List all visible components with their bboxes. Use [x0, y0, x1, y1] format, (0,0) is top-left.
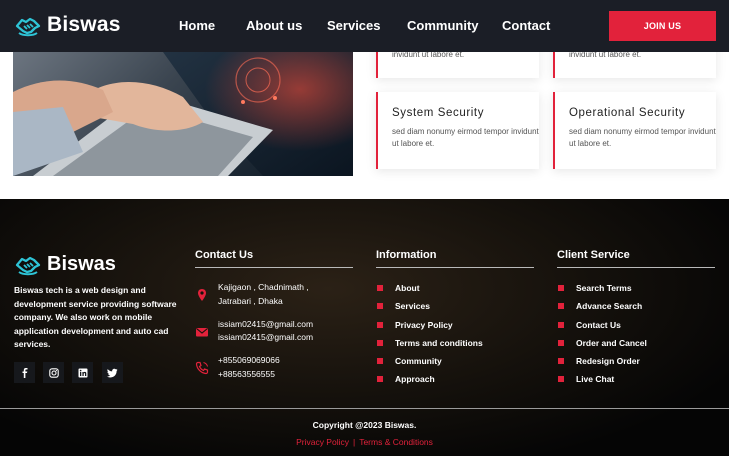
info-link-label: Terms and conditions	[395, 338, 483, 348]
handshake-logo-icon	[15, 256, 41, 276]
service-card-operational-security: Operational Security sed diam nonumy eir…	[553, 92, 716, 169]
phone-1[interactable]: +855069069066	[218, 354, 280, 367]
linkedin-link[interactable]	[72, 362, 93, 383]
instagram-link[interactable]	[43, 362, 64, 383]
client-link-label: Search Terms	[576, 283, 632, 293]
bullet	[377, 358, 383, 364]
footer: Biswas Biswas tech is a web design and d…	[0, 199, 729, 456]
divider	[376, 267, 534, 268]
info-link-services[interactable]: Services	[377, 300, 430, 312]
client-link-order-cancel[interactable]: Order and Cancel	[558, 337, 647, 349]
service-card-text: sed diam nonumy eirmod tempor invidunt u…	[392, 127, 539, 148]
info-link-terms[interactable]: Terms and conditions	[377, 337, 483, 349]
brand-logo[interactable]: Biswas	[15, 12, 121, 38]
footer-brand[interactable]: Biswas	[15, 251, 116, 277]
info-link-privacy-policy[interactable]: Privacy Policy	[377, 319, 453, 331]
client-link-live-chat[interactable]: Live Chat	[558, 373, 614, 385]
bullet	[377, 322, 383, 328]
separator: |	[352, 437, 356, 447]
laptop-image	[13, 52, 353, 176]
nav-community[interactable]: Community	[407, 18, 479, 33]
bullet	[558, 340, 564, 346]
join-us-button[interactable]: JOIN US	[609, 11, 716, 41]
bullet	[558, 303, 564, 309]
handshake-logo-icon	[15, 17, 41, 37]
bullet	[377, 376, 383, 382]
client-service-title: Client Service	[557, 249, 630, 261]
mail-icon	[196, 328, 208, 337]
info-link-label: Services	[395, 301, 430, 311]
twitter-link[interactable]	[102, 362, 123, 383]
phone-2[interactable]: +88563556555	[218, 368, 275, 381]
bullet	[558, 322, 564, 328]
client-link-label: Contact Us	[576, 320, 621, 330]
nav-services[interactable]: Services	[327, 18, 381, 33]
terms-conditions-link[interactable]: Terms & Conditions	[359, 437, 433, 447]
nav-home[interactable]: Home	[179, 18, 215, 33]
client-link-label: Live Chat	[576, 374, 615, 384]
facebook-icon	[22, 367, 27, 378]
client-link-search-terms[interactable]: Search Terms	[558, 282, 632, 294]
divider	[557, 267, 715, 268]
service-card-text: sed diam nonumy eirmod tempor invidunt u…	[569, 127, 716, 148]
client-link-label: Order and Cancel	[576, 338, 647, 348]
facebook-link[interactable]	[14, 362, 35, 383]
service-card-system-security: System Security sed diam nonumy eirmod t…	[376, 92, 539, 169]
email-2[interactable]: issiam02415@gmail.com	[218, 331, 313, 344]
navbar: Biswas Home About us Services Community …	[0, 0, 729, 52]
address-line-2: Jatrabari , Dhaka	[218, 296, 283, 306]
info-link-about[interactable]: About	[377, 282, 420, 294]
twitter-icon	[107, 368, 118, 377]
brand-name: Biswas	[47, 13, 121, 36]
phone-icon	[195, 361, 209, 375]
info-link-approach[interactable]: Approach	[377, 373, 435, 385]
client-link-advance-search[interactable]: Advance Search	[558, 300, 642, 312]
info-link-label: Privacy Policy	[395, 320, 453, 330]
bullet	[377, 303, 383, 309]
linkedin-icon	[78, 368, 87, 377]
info-link-label: Approach	[395, 374, 435, 384]
footer-brand-name: Biswas	[47, 252, 116, 275]
information-title: Information	[376, 249, 437, 261]
address-line-1: Kajigaon , Chadnimath ,	[218, 282, 309, 292]
service-card-title: Operational Security	[569, 107, 686, 119]
instagram-icon	[48, 367, 59, 378]
bullet	[558, 285, 564, 291]
nav-contact[interactable]: Contact	[502, 18, 550, 33]
location-icon	[198, 289, 206, 301]
footer-description: Biswas tech is a web design and developm…	[14, 285, 177, 349]
bullet	[377, 340, 383, 346]
contact-title: Contact Us	[195, 249, 254, 261]
divider	[195, 267, 353, 268]
service-card-title: System Security	[392, 107, 485, 119]
client-link-redesign-order[interactable]: Redesign Order	[558, 355, 640, 367]
email-1[interactable]: issiam02415@gmail.com	[218, 318, 313, 331]
legal-links: Privacy Policy | Terms & Conditions	[0, 437, 729, 447]
privacy-policy-link[interactable]: Privacy Policy	[296, 437, 349, 447]
footer-divider	[0, 408, 729, 409]
info-link-label: Community	[395, 356, 442, 366]
bullet	[377, 285, 383, 291]
bullet	[558, 376, 564, 382]
client-link-label: Redesign Order	[576, 356, 640, 366]
client-link-contact-us[interactable]: Contact Us	[558, 319, 621, 331]
nav-about-us[interactable]: About us	[246, 18, 302, 33]
info-link-community[interactable]: Community	[377, 355, 442, 367]
copyright-text: Copyright @2023 Biswas.	[312, 420, 417, 430]
info-link-label: About	[395, 283, 420, 293]
client-link-label: Advance Search	[576, 301, 643, 311]
bullet	[558, 358, 564, 364]
